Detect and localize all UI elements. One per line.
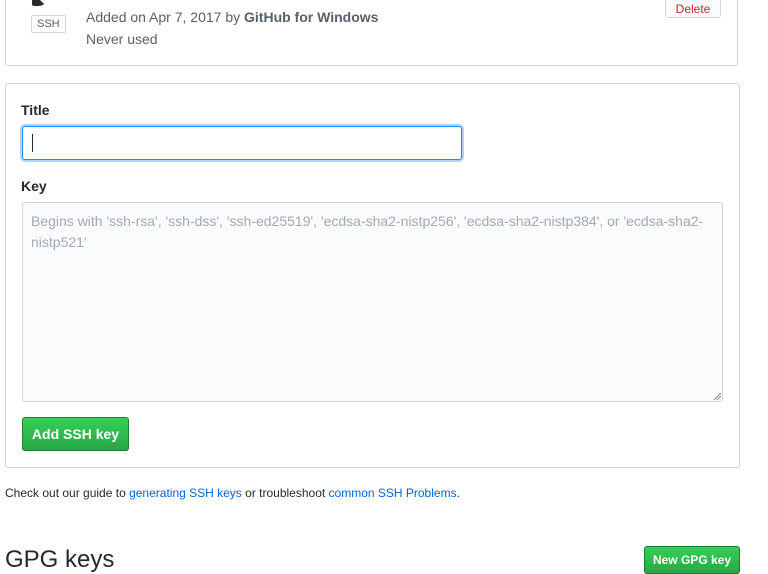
key-icon	[32, 0, 44, 6]
resize-grip-icon[interactable]	[713, 392, 721, 400]
key-textarea[interactable]	[22, 202, 723, 402]
delete-button[interactable]: Delete	[665, 0, 721, 18]
key-usage: Never used	[86, 31, 158, 47]
generating-ssh-keys-link[interactable]: generating SSH keys	[129, 486, 242, 500]
key-added-info: Added on Apr 7, 2017 by GitHub for Windo…	[86, 9, 378, 25]
gpg-keys-heading: GPG keys	[5, 546, 115, 573]
title-input[interactable]	[22, 126, 462, 160]
added-prefix: Added on Apr 7, 2017 by	[86, 9, 245, 25]
guide-suffix: .	[456, 486, 460, 500]
guide-middle: or troubleshoot	[241, 486, 329, 500]
add-ssh-key-button[interactable]: Add SSH key	[22, 417, 129, 451]
title-label: Title	[21, 102, 50, 118]
guide-prefix: Check out our guide to	[5, 486, 130, 500]
added-by: GitHub for Windows	[244, 9, 379, 25]
ssh-badge: SSH	[31, 15, 66, 33]
new-gpg-key-button[interactable]: New GPG key	[644, 546, 740, 574]
common-ssh-problems-link[interactable]: common SSH Problems	[329, 486, 457, 500]
text-caret	[32, 134, 33, 152]
key-label: Key	[21, 178, 47, 194]
ssh-guide-text: Check out our guide to generating SSH ke…	[5, 486, 460, 500]
